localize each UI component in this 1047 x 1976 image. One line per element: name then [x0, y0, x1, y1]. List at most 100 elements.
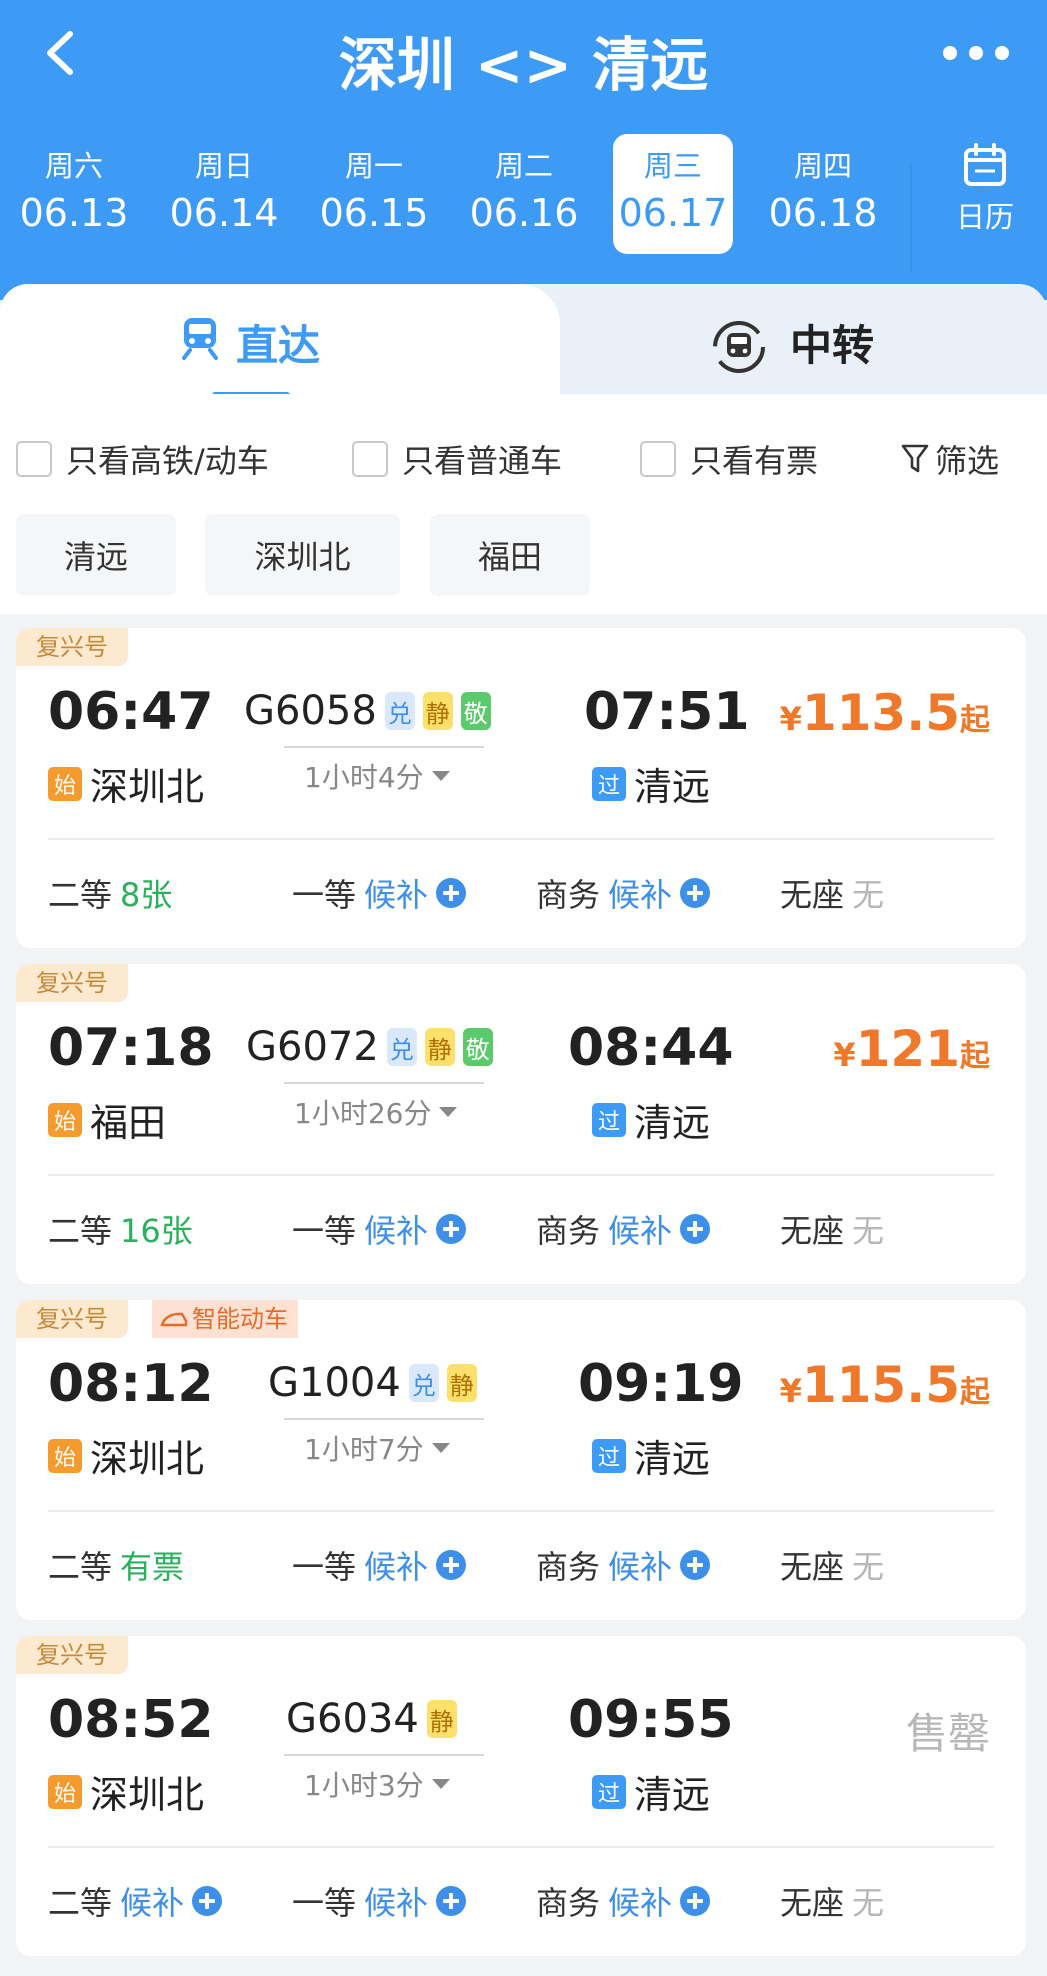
train-badge: 敬 — [460, 692, 491, 730]
plus-circle-icon[interactable] — [680, 1886, 711, 1916]
checkbox-available-only[interactable]: 只看有票 — [640, 436, 818, 482]
train-badge: 静 — [426, 1700, 457, 1738]
train-card[interactable]: 复兴号 智能动车 08:12 始 深圳北 G1004 兑 静 1小时7分 09:… — [16, 1300, 1026, 1620]
train-type-tag: 复兴号 — [16, 1636, 128, 1674]
seat-status: 候补 — [608, 1884, 673, 1922]
train-type-tag: 复兴号 — [16, 628, 128, 666]
arrival-time: 09:55 — [568, 1690, 734, 1750]
station-chip[interactable]: 清远 — [16, 514, 176, 596]
calendar-label: 日历 — [955, 200, 1014, 234]
duration[interactable]: 1小时3分 — [304, 1764, 450, 1804]
seat-second-class[interactable]: 二等 候补 — [48, 1878, 223, 1924]
seat-second-class[interactable]: 二等 16张 — [48, 1206, 193, 1252]
date-item[interactable]: 周一 06.15 — [314, 134, 434, 254]
checkbox-high-speed[interactable]: 只看高铁/动车 — [16, 436, 269, 482]
train-number: G6034 静 — [286, 1696, 457, 1742]
seat-status: 候补 — [364, 1212, 429, 1250]
seat-business[interactable]: 商务 候补 — [536, 870, 711, 916]
header-bar: 深圳 <> 清远 周六 06.13 周日 06.14 周一 06.15 周二 0… — [0, 0, 1047, 300]
seat-no-seat[interactable]: 无座 无 — [780, 1542, 884, 1588]
station-chip[interactable]: 深圳北 — [205, 514, 400, 596]
seat-status: 候补 — [608, 876, 673, 914]
filter-button[interactable]: 筛选 — [901, 436, 999, 482]
plus-circle-icon[interactable] — [680, 878, 711, 908]
departure-time: 07:18 — [48, 1018, 214, 1078]
date-item[interactable]: 周二 06.16 — [464, 134, 584, 254]
plus-circle-icon[interactable] — [436, 1214, 467, 1244]
seat-class: 二等 — [48, 1548, 113, 1586]
caret-down-icon — [431, 771, 450, 781]
more-dots-icon[interactable] — [943, 38, 1013, 68]
date-item[interactable]: 周四 06.18 — [763, 134, 883, 254]
seat-second-class[interactable]: 二等 有票 — [48, 1542, 184, 1588]
funnel-icon — [901, 444, 929, 473]
page-title: 深圳 <> 清远 — [338, 31, 709, 99]
train-number-text: G1004 — [268, 1360, 401, 1406]
duration[interactable]: 1小时7分 — [304, 1428, 450, 1468]
train-card[interactable]: 复兴号 07:18 始 福田 G6072 兑 静 敬 1小时26分 08:44 … — [16, 964, 1026, 1284]
train-card[interactable]: 复兴号 08:52 始 深圳北 G6034 静 1小时3分 09:55 过 清远… — [16, 1636, 1026, 1956]
duration[interactable]: 1小时26分 — [294, 1092, 458, 1132]
train-number: G6072 兑 静 敬 — [246, 1024, 493, 1070]
calendar-button[interactable]: 日历 — [930, 142, 1040, 236]
seat-first-class[interactable]: 一等 候补 — [292, 1878, 467, 1924]
train-badge: 兑 — [408, 1364, 439, 1402]
date-weekday: 周四 — [793, 149, 852, 183]
checkbox-normal-train[interactable]: 只看普通车 — [352, 436, 562, 482]
plus-circle-icon[interactable] — [680, 1214, 711, 1244]
seat-business[interactable]: 商务 候补 — [536, 1206, 711, 1252]
checkbox-label: 只看普通车 — [402, 442, 563, 480]
checkbox-box[interactable] — [640, 441, 676, 477]
price-suffix: 起 — [960, 1375, 990, 1410]
seat-status: 无 — [852, 876, 885, 914]
station-chip[interactable]: 福田 — [430, 514, 590, 596]
train-type-tag: 复兴号 — [16, 964, 128, 1002]
train-card[interactable]: 复兴号 06:47 始 深圳北 G6058 兑 静 敬 1小时4分 07:51 … — [16, 628, 1026, 948]
checkbox-box[interactable] — [352, 441, 388, 477]
date-value: 06.15 — [319, 191, 429, 235]
price-suffix: 起 — [960, 703, 990, 738]
seat-class: 商务 — [536, 1884, 601, 1922]
plus-circle-icon[interactable] — [680, 1550, 711, 1580]
seat-no-seat[interactable]: 无座 无 — [780, 870, 884, 916]
checkbox-box[interactable] — [16, 441, 52, 477]
seat-business[interactable]: 商务 候补 — [536, 1542, 711, 1588]
price-symbol: ¥ — [833, 1036, 856, 1074]
train-badge: 静 — [424, 1028, 455, 1066]
plus-circle-icon[interactable] — [436, 1550, 467, 1580]
departure-station-name: 深圳北 — [90, 765, 205, 809]
seat-status: 无 — [852, 1884, 885, 1922]
date-item[interactable]: 周六 06.13 — [14, 134, 134, 254]
price-amount: 121 — [855, 1020, 960, 1078]
caret-down-icon — [431, 1779, 450, 1789]
train-number-text: G6072 — [246, 1024, 379, 1070]
seat-first-class[interactable]: 一等 候补 — [292, 1206, 467, 1252]
seat-business[interactable]: 商务 候补 — [536, 1878, 711, 1924]
date-item-selected[interactable]: 周三 06.17 — [613, 134, 733, 254]
train-badge: 敬 — [462, 1028, 493, 1066]
seat-first-class[interactable]: 一等 候补 — [292, 870, 467, 916]
date-value: 06.18 — [768, 191, 878, 235]
tab-bar: 直达 — [0, 284, 1047, 398]
caret-down-icon — [431, 1443, 450, 1453]
seat-no-seat[interactable]: 无座 无 — [780, 1206, 884, 1252]
checkbox-label: 只看高铁/动车 — [66, 442, 269, 480]
plus-circle-icon[interactable] — [192, 1886, 223, 1916]
train-number-text: G6034 — [286, 1696, 419, 1742]
seat-second-class[interactable]: 二等 8张 — [48, 870, 172, 916]
tab-direct[interactable]: 直达 — [0, 284, 560, 398]
departure-station: 始 深圳北 — [48, 1764, 204, 1819]
date-item[interactable]: 周日 06.14 — [164, 134, 284, 254]
plus-circle-icon[interactable] — [436, 878, 467, 908]
transfer-icon — [713, 321, 765, 373]
duration-text: 1小时3分 — [304, 1769, 424, 1802]
departure-station: 始 深圳北 — [48, 756, 204, 811]
duration[interactable]: 1小时4分 — [304, 756, 450, 796]
plus-circle-icon[interactable] — [436, 1886, 467, 1916]
price-symbol: ¥ — [779, 1372, 802, 1410]
seat-first-class[interactable]: 一等 候补 — [292, 1542, 467, 1588]
sold-out-label: 售罄 — [905, 1709, 990, 1758]
arrival-time: 07:51 — [584, 682, 750, 742]
seat-no-seat[interactable]: 无座 无 — [780, 1878, 884, 1924]
seat-class: 一等 — [292, 1884, 357, 1922]
